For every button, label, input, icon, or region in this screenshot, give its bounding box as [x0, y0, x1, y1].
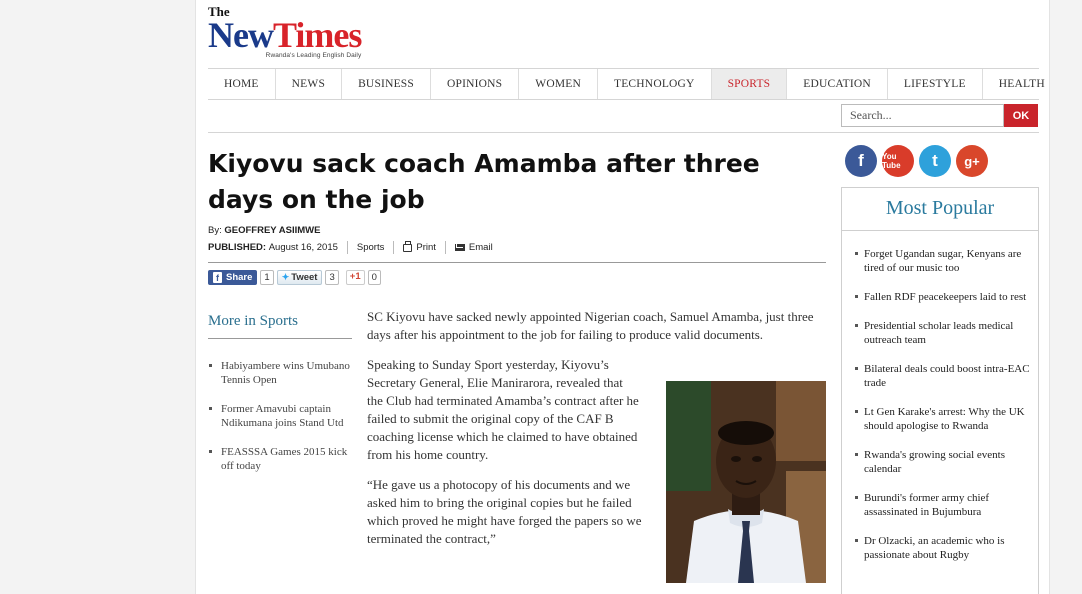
- nav-home[interactable]: HOME: [208, 69, 276, 99]
- nav-news[interactable]: NEWS: [276, 69, 343, 99]
- logo-brand: NewTimes: [208, 17, 362, 53]
- print-link[interactable]: Print: [403, 240, 436, 253]
- most-popular-list: Forget Ugandan sugar, Kenyans are tired …: [842, 231, 1038, 562]
- email-link[interactable]: Email: [454, 242, 493, 253]
- article-meta: PUBLISHED: August 16, 2015 Sports Print …: [208, 240, 493, 254]
- printer-icon: [403, 240, 413, 252]
- nav-health[interactable]: HEALTH: [983, 69, 1049, 99]
- most-popular-item[interactable]: Fallen RDF peacekeepers laid to rest: [855, 290, 1032, 304]
- published-date: August 16, 2015: [268, 242, 338, 253]
- main-nav: HOME NEWS BUSINESS OPINIONS WOMEN TECHNO…: [208, 68, 1045, 100]
- google-plus-icon[interactable]: g+: [956, 145, 988, 177]
- byline-label: By:: [208, 225, 222, 236]
- nav-opinions[interactable]: OPINIONS: [431, 69, 520, 99]
- twitter-icon[interactable]: t: [919, 145, 951, 177]
- article-paragraph: Speaking to Sunday Sport yesterday, Kiyo…: [367, 357, 639, 462]
- share-bar: f Share 1 ✦ Tweet 3 +1 0: [208, 270, 381, 285]
- nav-business[interactable]: BUSINESS: [342, 69, 431, 99]
- most-popular-item[interactable]: Forget Ugandan sugar, Kenyans are tired …: [855, 247, 1032, 275]
- article-headline: Kiyovu sack coach Amamba after three day…: [208, 149, 760, 214]
- nav-lifestyle[interactable]: LIFESTYLE: [888, 69, 983, 99]
- meta-divider: [444, 241, 446, 254]
- nav-sports[interactable]: SPORTS: [711, 69, 788, 99]
- facebook-share-label: Share: [226, 272, 253, 283]
- facebook-icon[interactable]: f: [845, 145, 877, 177]
- most-popular-item[interactable]: Presidential scholar leads medical outre…: [855, 319, 1032, 347]
- facebook-icon: f: [213, 272, 222, 283]
- search-input[interactable]: [841, 104, 1004, 127]
- byline: By: GEOFFREY ASIIMWE: [208, 225, 320, 236]
- meta-divider: [346, 241, 348, 254]
- more-in-sports-list: Habiyambere wins Umubano Tennis Open For…: [208, 359, 352, 473]
- most-popular-title: Most Popular: [842, 188, 1038, 231]
- article-paragraph: “He gave us a photocopy of his documents…: [367, 477, 642, 546]
- site-logo[interactable]: The NewTimes Rwanda's Leading English Da…: [208, 5, 362, 60]
- most-popular-item[interactable]: Lt Gen Karake's arrest: Why the UK shoul…: [855, 405, 1032, 433]
- most-popular-item[interactable]: Burundi's former army chief assassinated…: [855, 491, 1032, 519]
- gplus-button[interactable]: +1: [345, 270, 365, 285]
- section-link[interactable]: Sports: [357, 242, 384, 253]
- search-form: OK: [841, 104, 1038, 127]
- author-name[interactable]: GEOFFREY ASIIMWE: [224, 225, 320, 236]
- most-popular-item[interactable]: Rwanda's growing social events calendar: [855, 448, 1032, 476]
- search-button[interactable]: OK: [1004, 104, 1038, 127]
- most-popular-item[interactable]: Dr Olzacki, an academic who is passionat…: [855, 534, 1032, 562]
- page: The NewTimes Rwanda's Leading English Da…: [195, 0, 1050, 594]
- header-divider: [208, 132, 1039, 133]
- more-in-sports-item[interactable]: Former Amavubi captain Ndikumana joins S…: [208, 402, 352, 430]
- twitter-bird-icon: ✦: [281, 272, 290, 282]
- more-in-sports-title: More in Sports: [208, 313, 352, 339]
- email-label: Email: [468, 242, 493, 253]
- tweet-button[interactable]: ✦ Tweet: [276, 270, 323, 285]
- nav-technology[interactable]: TECHNOLOGY: [598, 69, 712, 99]
- more-in-sports-item[interactable]: Habiyambere wins Umubano Tennis Open: [208, 359, 352, 387]
- article-paragraph: SC Kiyovu have sacked newly appointed Ni…: [367, 309, 814, 342]
- article-photo: [666, 381, 826, 583]
- tweet-count: 3: [325, 270, 339, 285]
- article-meta-divider: [208, 262, 826, 263]
- coach-portrait-image: [666, 381, 826, 583]
- print-label: Print: [416, 242, 436, 253]
- youtube-icon[interactable]: You Tube: [882, 145, 914, 177]
- meta-divider: [393, 241, 395, 254]
- facebook-share-count: 1: [260, 270, 274, 285]
- most-popular-item[interactable]: Bilateral deals could boost intra-EAC tr…: [855, 362, 1032, 390]
- more-in-sports-item[interactable]: FEASSSA Games 2015 kick off today: [208, 445, 352, 473]
- more-in-sports: More in Sports Habiyambere wins Umubano …: [208, 313, 352, 488]
- envelope-icon: [454, 244, 465, 251]
- logo-times: Times: [272, 15, 362, 55]
- tweet-label: Tweet: [291, 272, 318, 283]
- facebook-share-button[interactable]: f Share: [208, 270, 258, 285]
- published-label: PUBLISHED:: [208, 242, 267, 253]
- gplus-count: 0: [367, 270, 381, 285]
- social-links: f You Tube t g+: [845, 145, 988, 177]
- nav-women[interactable]: WOMEN: [519, 69, 598, 99]
- most-popular: Most Popular Forget Ugandan sugar, Kenya…: [841, 187, 1039, 594]
- logo-new: New: [208, 15, 274, 55]
- nav-education[interactable]: EDUCATION: [787, 69, 888, 99]
